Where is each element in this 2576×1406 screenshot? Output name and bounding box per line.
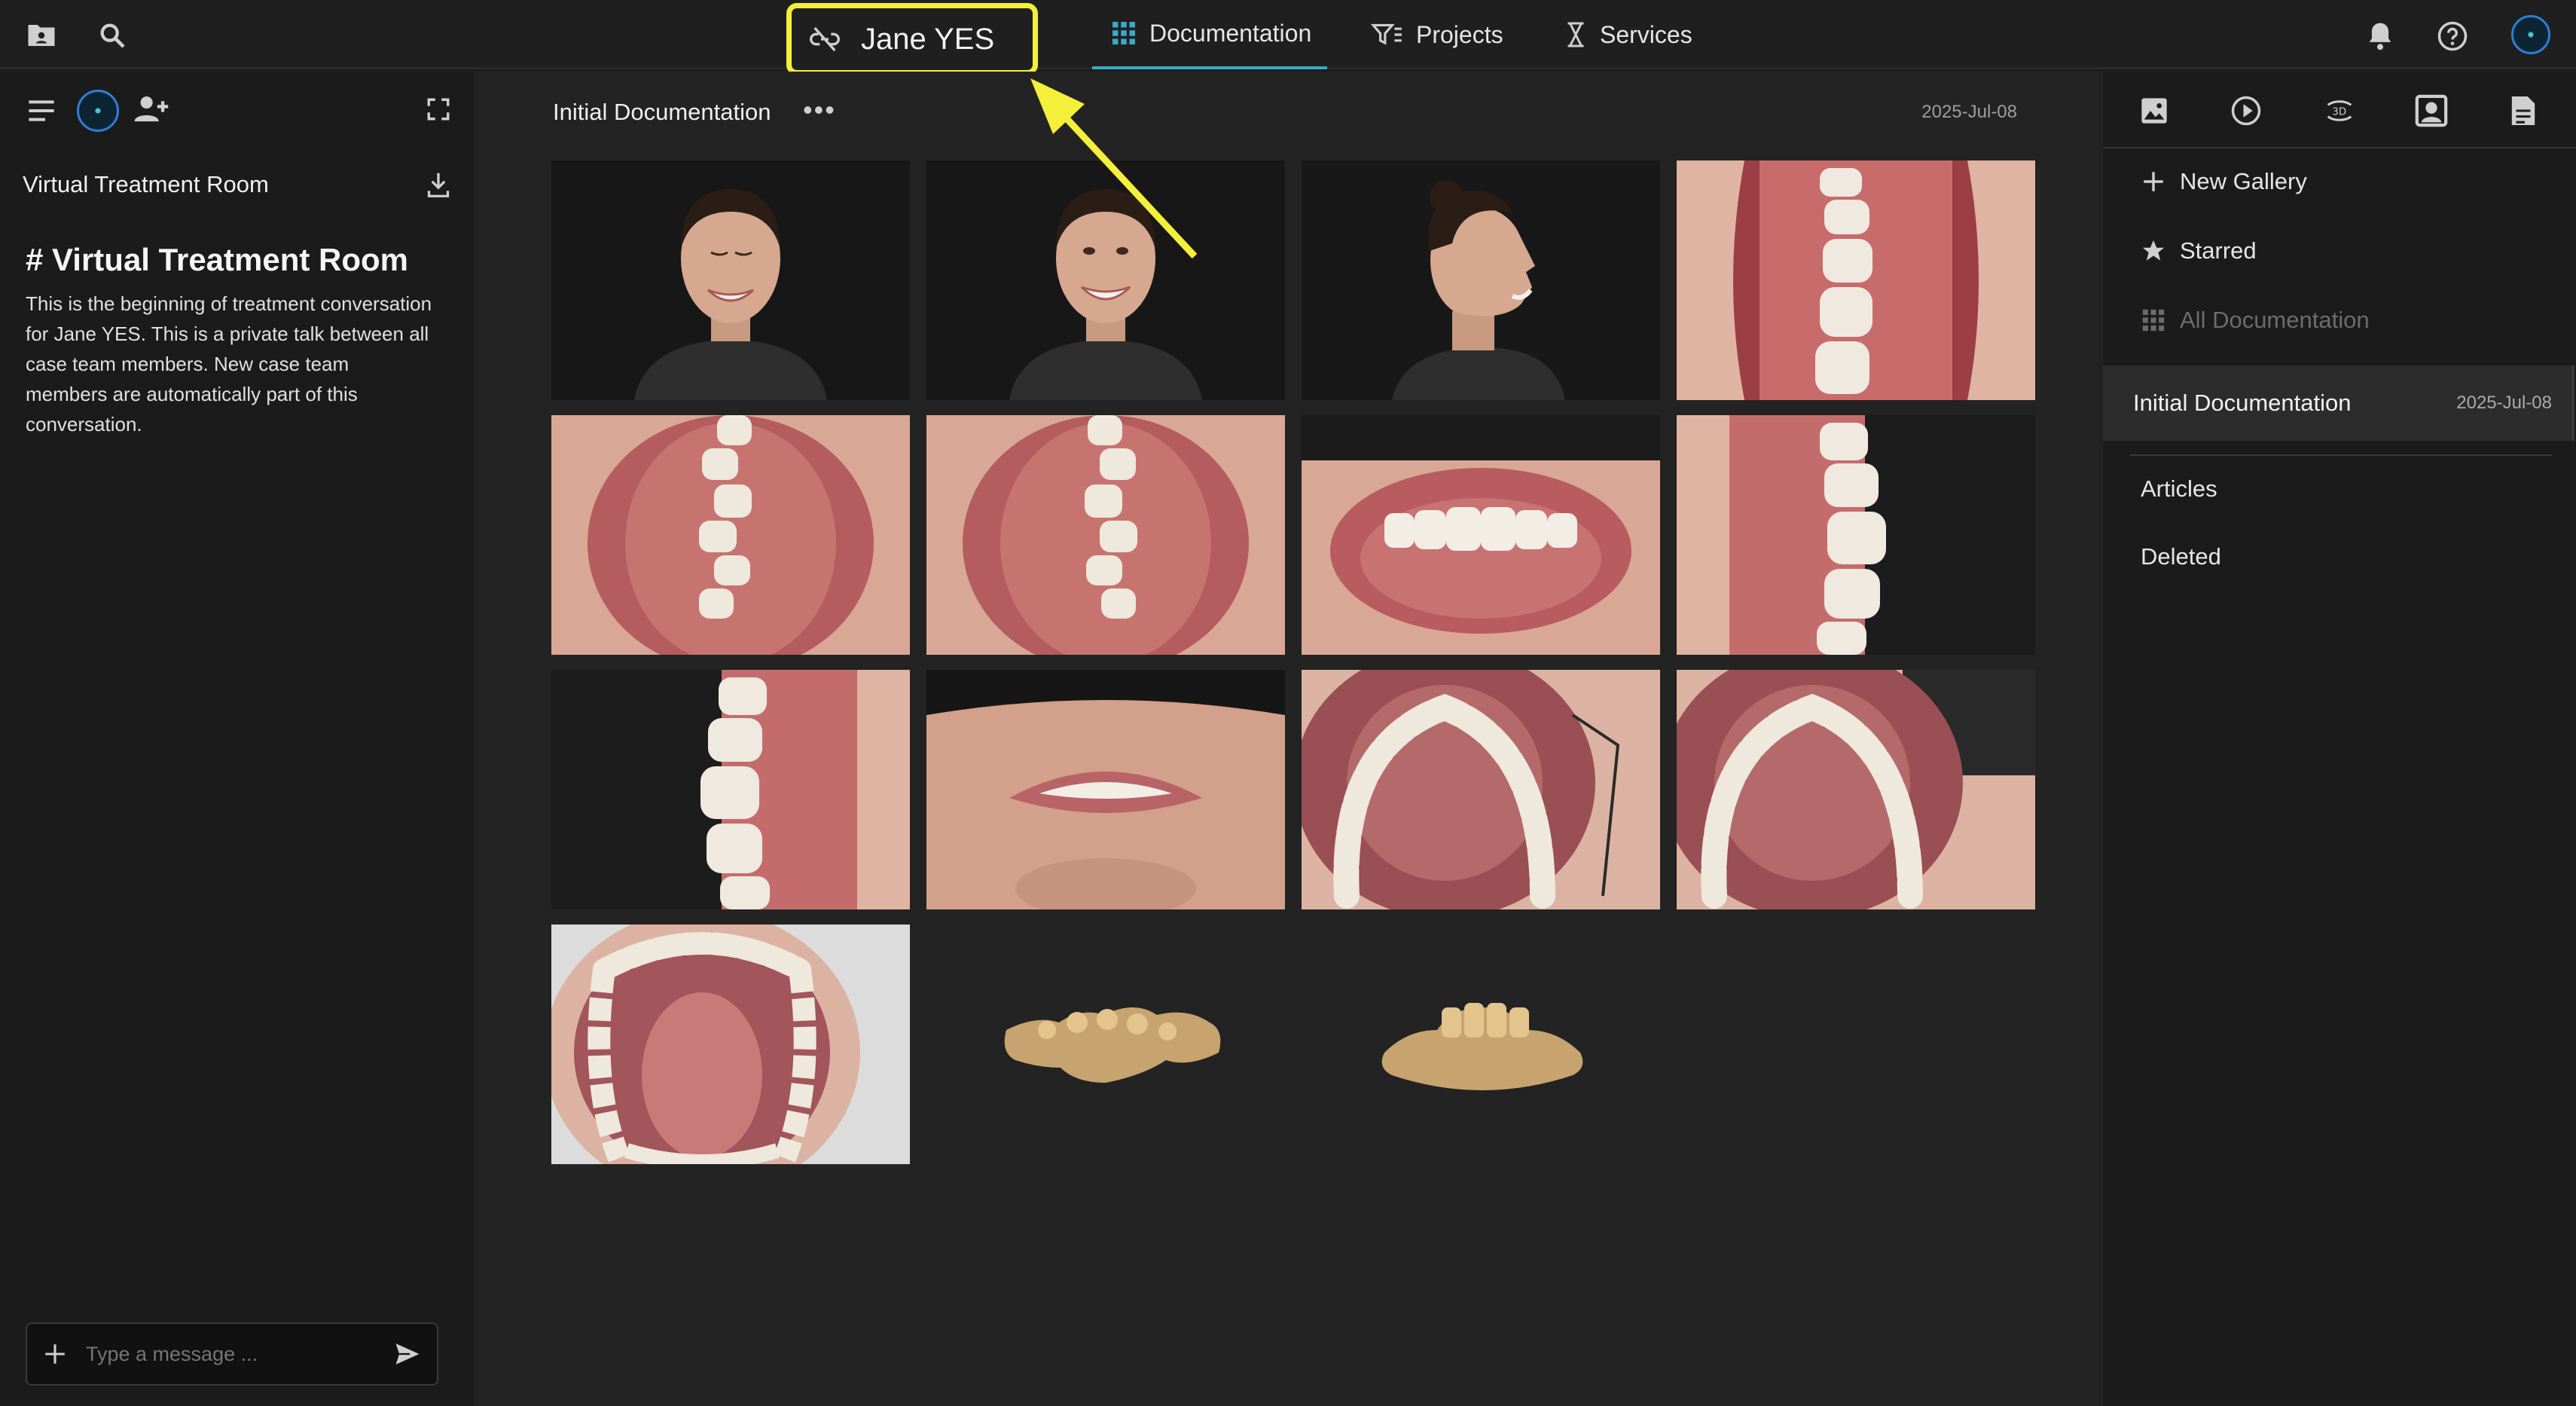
bell-icon[interactable] [2362, 18, 2398, 54]
gallery-item-date: 2025-Jul-08 [2456, 393, 2552, 413]
top-bar: Jane YES Documentation Projects Services [0, 0, 2576, 75]
document-icon[interactable] [2504, 91, 2543, 130]
photo-upper-arch-occlusal-left[interactable] [1302, 670, 1660, 909]
3d-rotate-icon[interactable]: 3D [2320, 91, 2359, 130]
photo-lips-from-below[interactable] [926, 670, 1285, 909]
gallery-view: Initial Documentation ••• 2025-Jul-08 [478, 72, 2100, 1406]
photo-scan-3d-lower[interactable] [1302, 925, 1660, 1164]
add-member-icon[interactable] [130, 90, 172, 129]
deleted-label: Deleted [2141, 543, 2221, 570]
photo-face-profile[interactable] [1302, 160, 1660, 400]
photo-upper-teeth-lateral[interactable] [1677, 160, 2035, 400]
message-composer [26, 1322, 438, 1386]
photo-teeth-lateral-right[interactable] [1677, 415, 2035, 655]
deleted-link[interactable]: Deleted [2141, 543, 2221, 570]
photo-upper-arch-occlusal-right[interactable] [1677, 670, 2035, 909]
photo-face-frontal-closed[interactable] [551, 160, 910, 400]
starred-filter[interactable]: Starred [2141, 237, 2257, 264]
media-type-toolbar: 3D [2103, 72, 2576, 148]
plus-icon [2144, 172, 2163, 191]
play-icon[interactable] [2228, 93, 2264, 129]
divider [2130, 454, 2552, 456]
svg-text:3D: 3D [2332, 107, 2346, 118]
starred-label: Starred [2180, 237, 2257, 264]
grid-icon [1113, 22, 1135, 44]
menu-icon[interactable] [23, 94, 60, 127]
send-icon[interactable] [393, 1341, 422, 1367]
folder-icon[interactable] [23, 18, 60, 53]
room-heading: # Virtual Treatment Room [26, 242, 409, 277]
tab-projects-label: Projects [1416, 20, 1503, 48]
gallery-item-initial-documentation[interactable]: Initial Documentation 2025-Jul-08 [2103, 365, 2574, 441]
photo-occlusal-front-left[interactable] [551, 415, 910, 655]
grid-icon [2142, 309, 2165, 332]
chat-panel: Virtual Treatment Room # Virtual Treatme… [0, 72, 476, 1406]
new-gallery-button[interactable]: New Gallery [2141, 168, 2307, 195]
gallery-item-label: Initial Documentation [2133, 390, 2352, 416]
member-avatar[interactable] [77, 90, 119, 132]
tab-services-label: Services [1600, 20, 1692, 48]
room-title: Virtual Treatment Room [23, 171, 269, 197]
articles-label: Articles [2141, 475, 2217, 502]
tab-documentation-label: Documentation [1149, 19, 1312, 47]
services-icon [1567, 22, 1584, 47]
photo-smile-frontal-retractor[interactable] [1302, 415, 1660, 655]
more-options-icon[interactable]: ••• [803, 94, 836, 126]
tab-services[interactable]: Services [1564, 0, 1692, 69]
user-avatar[interactable] [2511, 15, 2550, 54]
message-input[interactable] [86, 1342, 393, 1366]
articles-link[interactable]: Articles [2141, 475, 2217, 503]
all-documentation-label: All Documentation [2180, 307, 2370, 333]
star-icon [2142, 240, 2165, 261]
gallery-date: 2025-Jul-08 [1921, 102, 2017, 122]
tab-documentation[interactable]: Documentation [1092, 0, 1327, 69]
room-description: This is the beginning of treatment conve… [26, 292, 432, 436]
download-icon[interactable] [422, 168, 455, 201]
photo-occlusal-front-right[interactable] [926, 415, 1285, 655]
patient-name: Jane YES [861, 22, 995, 56]
photo-lower-arch-occlusal[interactable] [551, 925, 910, 1164]
gallery-title: Initial Documentation [553, 99, 771, 125]
photo-face-frontal-smile[interactable] [926, 160, 1285, 400]
search-icon[interactable] [93, 17, 131, 54]
tab-projects[interactable]: Projects [1371, 0, 1503, 69]
all-documentation-filter[interactable]: All Documentation [2141, 307, 2370, 334]
fullscreen-icon[interactable] [422, 93, 455, 126]
portrait-icon[interactable] [2412, 91, 2451, 130]
gallery-sidebar: 3D New Gallery Starred All Documentation… [2101, 72, 2576, 1406]
photo-scan-3d-upper[interactable] [926, 925, 1285, 1164]
plus-icon[interactable] [42, 1341, 68, 1367]
projects-icon [1371, 23, 1402, 45]
help-icon[interactable] [2434, 18, 2471, 54]
unlink-icon [810, 26, 840, 52]
photo-teeth-lateral-left[interactable] [551, 670, 910, 909]
patient-name-highlight[interactable]: Jane YES [786, 3, 1038, 75]
image-icon[interactable] [2136, 93, 2172, 129]
new-gallery-label: New Gallery [2180, 168, 2307, 194]
